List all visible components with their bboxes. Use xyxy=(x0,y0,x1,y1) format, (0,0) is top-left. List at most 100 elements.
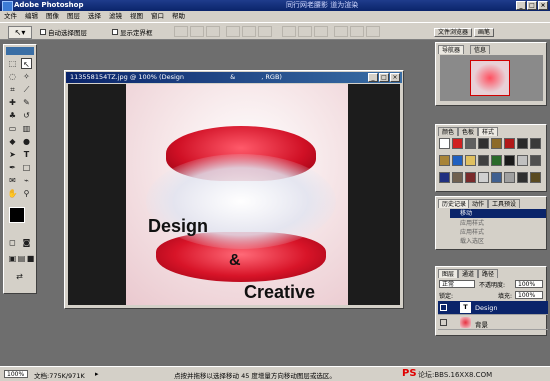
style-swatch[interactable] xyxy=(452,138,463,149)
eye-icon[interactable] xyxy=(440,319,447,326)
magic-wand-tool-icon[interactable]: ✧ xyxy=(21,71,32,82)
lasso-tool-icon[interactable]: ◌ xyxy=(7,71,18,82)
distribute-center-icon[interactable] xyxy=(350,26,364,37)
eye-icon[interactable] xyxy=(440,304,447,311)
brush-tool-icon[interactable]: ✎ xyxy=(21,97,32,108)
healing-brush-tool-icon[interactable]: ✚ xyxy=(7,97,18,108)
align-left-icon[interactable] xyxy=(226,26,240,37)
style-swatch[interactable] xyxy=(465,138,476,149)
status-arrow-icon[interactable]: ▸ xyxy=(95,370,99,378)
blend-mode-select[interactable]: 正常 xyxy=(439,280,475,288)
full-screen-mode-icon[interactable]: ■ xyxy=(25,253,36,264)
style-swatch[interactable] xyxy=(439,155,450,166)
doc-maximize-button[interactable]: □ xyxy=(379,73,389,82)
path-selection-tool-icon[interactable]: ➤ xyxy=(7,149,18,160)
paths-tab[interactable]: 路径 xyxy=(478,269,499,278)
menu-file[interactable]: 文件 xyxy=(0,11,21,22)
style-swatch[interactable] xyxy=(530,155,541,166)
distribute-middle-icon[interactable] xyxy=(298,26,312,37)
history-tab[interactable]: 历史记录 xyxy=(438,199,471,208)
style-swatch[interactable] xyxy=(478,155,489,166)
brushes-tab[interactable]: 画笔 xyxy=(474,28,495,37)
distribute-top-icon[interactable] xyxy=(282,26,296,37)
history-item[interactable]: 移动 xyxy=(450,209,546,218)
tool-presets-tab[interactable]: 工具预设 xyxy=(488,199,521,208)
style-swatch[interactable] xyxy=(465,172,476,183)
style-swatch[interactable] xyxy=(465,155,476,166)
shape-tool-icon[interactable]: □ xyxy=(21,162,32,173)
foreground-color-swatch[interactable] xyxy=(9,207,25,223)
color-tab[interactable]: 颜色 xyxy=(438,127,459,136)
history-item[interactable]: 应用样式 xyxy=(450,228,546,237)
layer-row[interactable]: 背景 xyxy=(438,316,548,330)
menu-edit[interactable]: 编辑 xyxy=(21,11,42,22)
style-swatch[interactable] xyxy=(439,172,450,183)
style-swatch[interactable] xyxy=(504,155,515,166)
zoom-field[interactable]: 100% xyxy=(4,370,28,378)
align-center-icon[interactable] xyxy=(242,26,256,37)
fill-field[interactable]: 100% xyxy=(515,291,543,299)
style-swatch[interactable] xyxy=(504,172,515,183)
zoom-tool-icon[interactable]: ⚲ xyxy=(21,188,32,199)
distribute-left-icon[interactable] xyxy=(334,26,348,37)
style-swatch[interactable] xyxy=(491,172,502,183)
menu-view[interactable]: 视图 xyxy=(126,11,147,22)
doc-minimize-button[interactable]: _ xyxy=(368,73,378,82)
quick-mask-mode-icon[interactable]: ◙ xyxy=(21,237,32,248)
hand-tool-icon[interactable]: ✋ xyxy=(7,188,18,199)
eraser-tool-icon[interactable]: ▭ xyxy=(7,123,18,134)
eyedropper-tool-icon[interactable]: ⌁ xyxy=(21,175,32,186)
align-top-icon[interactable] xyxy=(174,26,188,37)
align-middle-icon[interactable] xyxy=(190,26,204,37)
menu-layer[interactable]: 图层 xyxy=(63,11,84,22)
pen-tool-icon[interactable]: ✒ xyxy=(7,162,18,173)
layers-tab[interactable]: 图层 xyxy=(438,269,459,278)
menu-window[interactable]: 窗口 xyxy=(147,11,168,22)
minimize-button[interactable]: _ xyxy=(516,1,526,10)
distribute-bottom-icon[interactable] xyxy=(314,26,328,37)
notes-tool-icon[interactable]: ✉ xyxy=(7,175,18,186)
style-swatch[interactable] xyxy=(452,155,463,166)
show-bounding-box-checkbox[interactable] xyxy=(112,29,118,35)
style-swatch[interactable] xyxy=(452,172,463,183)
clone-stamp-tool-icon[interactable]: ♣ xyxy=(7,110,18,121)
gradient-tool-icon[interactable]: ▥ xyxy=(21,123,32,134)
document-size[interactable]: 文档:775K/971K xyxy=(34,370,85,380)
style-swatch[interactable] xyxy=(530,138,541,149)
close-button[interactable]: × xyxy=(538,1,548,10)
style-swatch[interactable] xyxy=(491,155,502,166)
document-window[interactable]: 113558154TZ.jpg @ 100% (Design & , RGB) … xyxy=(64,70,404,309)
blur-tool-icon[interactable]: ◆ xyxy=(7,136,18,147)
align-bottom-icon[interactable] xyxy=(206,26,220,37)
style-swatch[interactable] xyxy=(517,172,528,183)
align-right-icon[interactable] xyxy=(258,26,272,37)
style-swatch[interactable] xyxy=(530,172,541,183)
jump-to-imageready-icon[interactable]: ⇄ xyxy=(14,271,25,282)
swatches-tab[interactable]: 色板 xyxy=(458,127,479,136)
type-tool-icon[interactable]: T xyxy=(21,149,32,160)
style-swatch[interactable] xyxy=(478,138,489,149)
menu-select[interactable]: 选择 xyxy=(84,11,105,22)
info-tab[interactable]: 信息 xyxy=(470,45,491,54)
navigator-view-box[interactable] xyxy=(470,60,510,96)
layer-row[interactable]: T Design xyxy=(438,301,548,315)
standard-mode-icon[interactable]: ◻ xyxy=(7,237,18,248)
document-canvas[interactable]: Design & Creative xyxy=(68,84,400,305)
history-item[interactable]: 应用样式 xyxy=(450,219,546,228)
marquee-tool-icon[interactable]: ⬚ xyxy=(7,58,18,69)
style-swatch[interactable] xyxy=(517,138,528,149)
actions-tab[interactable]: 动作 xyxy=(468,199,489,208)
style-swatch[interactable] xyxy=(439,138,450,149)
opacity-field[interactable]: 100% xyxy=(515,280,543,288)
style-swatch[interactable] xyxy=(517,155,528,166)
history-brush-tool-icon[interactable]: ↺ xyxy=(21,110,32,121)
move-tool-icon[interactable]: ↖ xyxy=(21,58,32,69)
styles-tab[interactable]: 样式 xyxy=(478,127,499,136)
navigator-tab[interactable]: 导航器 xyxy=(438,45,465,54)
history-item[interactable]: 载入选区 xyxy=(450,237,546,246)
move-tool-preset-icon[interactable]: ↖▾ xyxy=(8,26,32,39)
maximize-button[interactable]: □ xyxy=(527,1,537,10)
style-swatch[interactable] xyxy=(504,138,515,149)
dodge-tool-icon[interactable]: ● xyxy=(21,136,32,147)
slice-tool-icon[interactable]: ⟋ xyxy=(21,84,32,95)
